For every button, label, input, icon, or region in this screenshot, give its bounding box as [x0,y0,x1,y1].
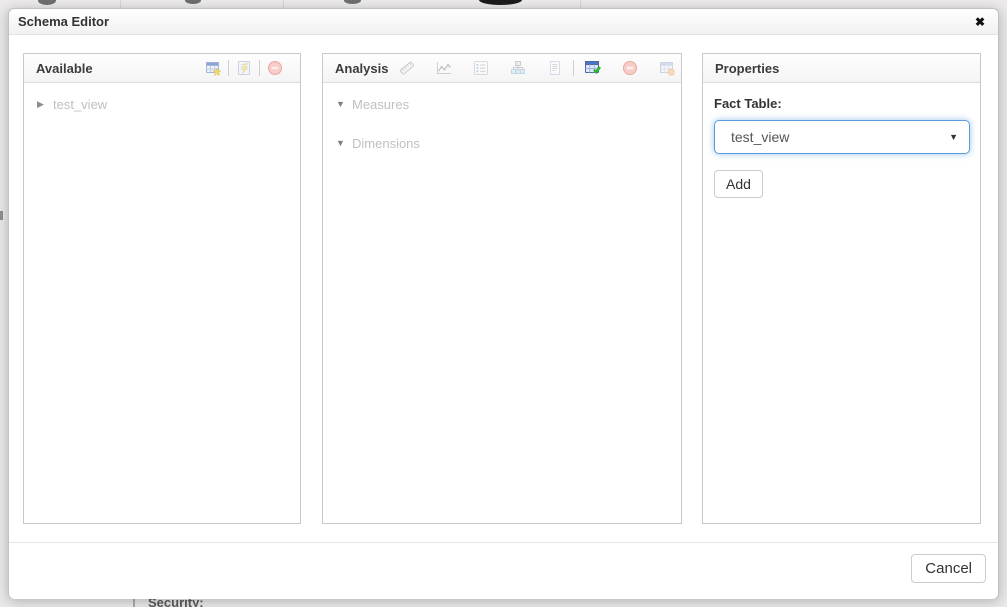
edit-table-icon[interactable] [235,59,253,77]
cancel-button[interactable]: Cancel [911,554,986,583]
tree-item-dimensions[interactable]: ▼ Dimensions [323,133,681,153]
dialog-titlebar: Schema Editor ✖ [9,9,998,35]
tree-item-measures[interactable]: ▼ Measures [323,94,681,114]
collapsed-arrow-icon[interactable]: ▶ [37,99,53,110]
line-chart-icon[interactable] [435,59,453,77]
tree-item-test-view[interactable]: ▶ test_view [24,94,300,114]
list-icon[interactable] [472,59,490,77]
remove-icon[interactable] [621,59,639,77]
tree-item-label: Measures [352,97,409,112]
ruler-icon[interactable] [398,59,416,77]
toolbar-separator [259,60,260,76]
properties-form: Fact Table: test_view ▼ Add [703,83,980,198]
properties-panel-header: Properties [703,54,980,83]
chevron-down-icon: ▼ [949,132,958,142]
hierarchy-icon[interactable] [509,59,527,77]
add-table-icon[interactable] [204,59,222,77]
toolbar-separator [573,60,574,76]
properties-panel: Properties Fact Table: test_view ▼ Add [702,53,981,524]
background-divider [133,598,135,607]
tree-item-label: Dimensions [352,136,420,151]
dialog-footer: Cancel [9,542,998,599]
analysis-toolbar [388,59,685,77]
close-icon[interactable]: ✖ [975,16,985,28]
fact-table-select[interactable]: test_view ▼ [714,120,970,154]
dialog-title: Schema Editor [18,14,109,29]
properties-panel-title: Properties [715,61,779,76]
background-divider [120,0,121,8]
available-panel: Available [23,53,301,524]
analysis-tree: ▼ Measures ▼ Dimensions [323,83,681,153]
background-divider [580,0,581,8]
background-clipped-glyph [0,211,3,220]
analysis-panel-header: Analysis [323,54,681,83]
table-pending-icon[interactable] [658,59,676,77]
tree-item-label: test_view [53,97,107,112]
schema-editor-dialog: Schema Editor ✖ Available [8,8,999,599]
fact-table-label: Fact Table: [714,96,969,111]
available-toolbar [198,59,290,77]
fact-table-selected-value: test_view [731,129,789,145]
expanded-arrow-icon[interactable]: ▼ [336,138,352,148]
apply-table-icon[interactable] [584,59,602,77]
analysis-panel-title: Analysis [335,61,388,76]
available-tree: ▶ test_view [24,83,300,114]
toolbar-separator [228,60,229,76]
expanded-arrow-icon[interactable]: ▼ [336,99,352,109]
available-panel-title: Available [36,61,93,76]
document-icon[interactable] [546,59,564,77]
available-panel-header: Available [24,54,300,83]
remove-icon[interactable] [266,59,284,77]
add-button[interactable]: Add [714,170,763,198]
background-divider [283,0,284,8]
analysis-panel: Analysis [322,53,682,524]
